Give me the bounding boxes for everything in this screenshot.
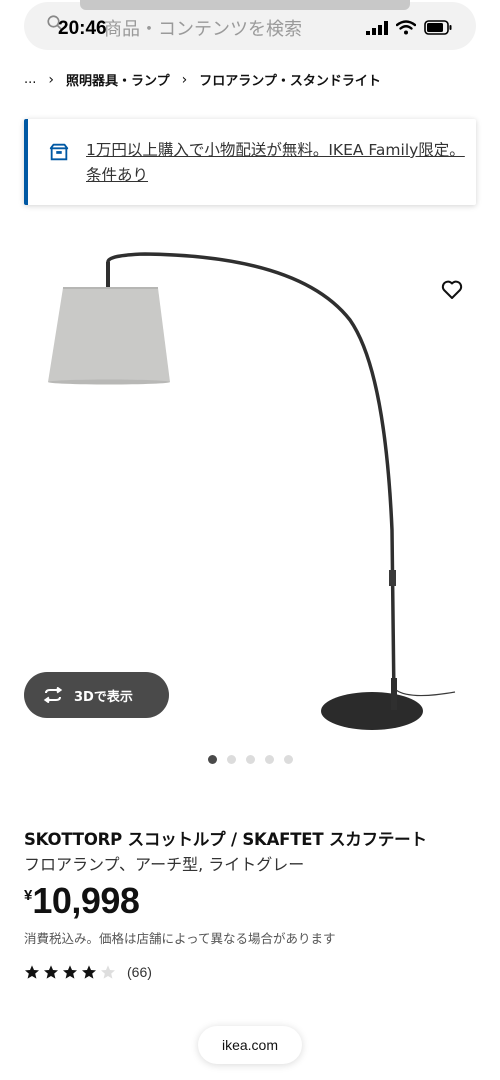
star-empty-icon: [101, 965, 115, 979]
price-amount: 10,998: [32, 880, 140, 921]
breadcrumb: ... › 照明器具・ランプ › フロアランプ・スタンドライト: [24, 70, 381, 90]
price-note: 消費税込み。価格は店舗によって異なる場合があります: [24, 931, 336, 946]
image-carousel-dots: [208, 755, 293, 764]
browser-url-bar[interactable]: ikea.com: [198, 1026, 302, 1064]
heart-icon[interactable]: [440, 278, 464, 302]
view-3d-button[interactable]: 3Dで表示: [24, 672, 169, 718]
url-domain: ikea.com: [221, 1037, 279, 1053]
star-filled-icon: [63, 965, 77, 979]
product-name: SKOTTORP スコットルプ / SKAFTET スカフテート: [24, 830, 427, 849]
review-count: (66): [127, 964, 152, 980]
product-description: フロアランプ、アーチ型, ライトグレー: [24, 855, 305, 874]
carousel-dot[interactable]: [208, 755, 217, 764]
product-price: ¥ 10,998: [24, 880, 140, 922]
search-input[interactable]: 商品・コンテンツを検索: [104, 15, 302, 41]
carousel-dot[interactable]: [284, 755, 293, 764]
star-filled-icon: [44, 965, 58, 979]
product-rating[interactable]: (66): [24, 964, 152, 980]
view-3d-label: 3Dで表示: [74, 689, 133, 705]
notch-bar: [80, 0, 410, 10]
chevron-right-icon: ›: [181, 71, 188, 88]
promo-link[interactable]: 1万円以上購入で小物配送が無料。IKEA Family限定。条件あり: [86, 138, 466, 188]
carousel-dot[interactable]: [246, 755, 255, 764]
battery-icon: [424, 20, 452, 35]
signal-icon: [366, 20, 388, 35]
breadcrumb-ellipsis[interactable]: ...: [24, 72, 36, 87]
breadcrumb-item-lighting[interactable]: 照明器具・ランプ: [66, 70, 170, 89]
carousel-dot[interactable]: [265, 755, 274, 764]
delivery-box-icon: [49, 143, 69, 161]
wifi-icon: [396, 20, 416, 35]
breadcrumb-item-floor-lamps[interactable]: フロアランプ・スタンドライト: [199, 70, 381, 89]
star-filled-icon: [25, 965, 39, 979]
carousel-dot[interactable]: [227, 755, 236, 764]
status-icons: [366, 20, 452, 35]
promo-banner[interactable]: 1万円以上購入で小物配送が無料。IKEA Family限定。条件あり: [24, 119, 476, 205]
product-image[interactable]: [0, 230, 500, 740]
rotate-3d-icon: [43, 687, 63, 703]
price-currency: ¥: [24, 887, 33, 904]
chevron-right-icon: ›: [48, 71, 55, 88]
status-time: 20:46: [58, 18, 107, 39]
star-filled-icon: [82, 965, 96, 979]
